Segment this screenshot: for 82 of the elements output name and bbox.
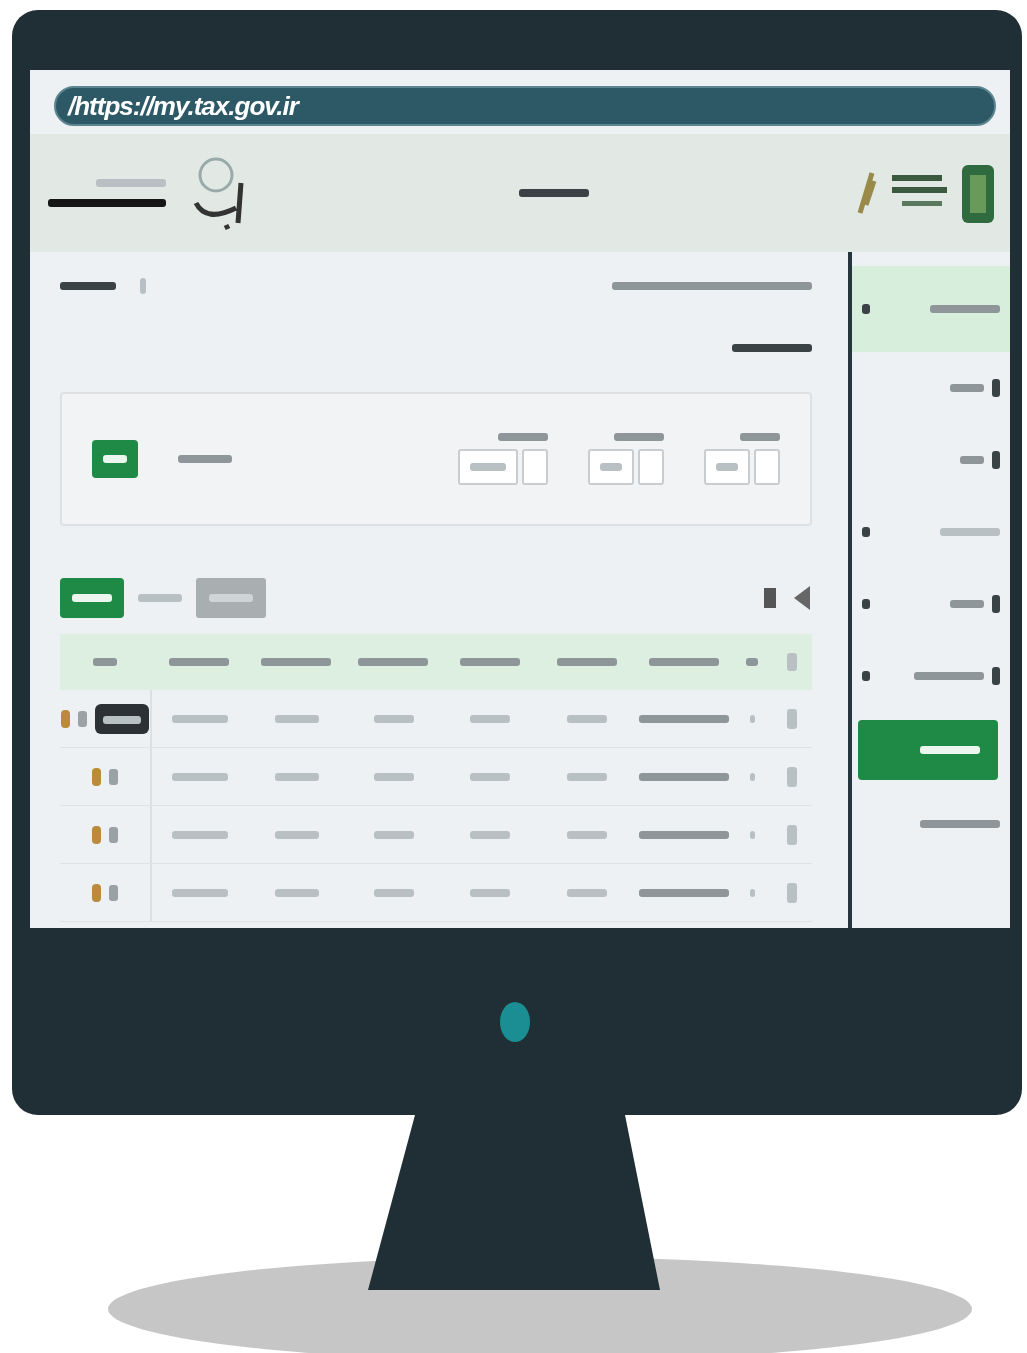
checkbox-icon	[787, 653, 797, 671]
blurred-cell	[373, 830, 414, 839]
menu-item-icon	[992, 451, 1000, 469]
blurred-text	[914, 672, 984, 680]
edit-icon[interactable]	[92, 883, 101, 902]
caret-icon	[862, 599, 870, 609]
view-icon[interactable]	[109, 884, 118, 901]
checkbox-icon	[787, 708, 798, 729]
blurred-text	[930, 305, 1000, 313]
menu-item-icon	[992, 667, 1000, 685]
edit-icon[interactable]	[92, 767, 101, 786]
divider-mark	[140, 278, 146, 294]
checkbox-icon	[787, 882, 798, 903]
edit-icon[interactable]	[61, 709, 70, 728]
caret-icon	[862, 304, 870, 314]
sidebar-item[interactable]	[852, 266, 1010, 352]
checkbox-icon	[787, 766, 798, 787]
dropdown-field[interactable]	[522, 449, 548, 485]
blurred-text	[103, 715, 141, 724]
blurred-cell	[172, 888, 229, 897]
blurred-text	[920, 746, 980, 754]
blurred-text	[96, 179, 166, 187]
dropdown-field[interactable]	[588, 449, 634, 485]
blurred-cell	[172, 830, 229, 839]
power-light-icon	[500, 1001, 530, 1042]
blurred-cell	[172, 714, 229, 723]
sidebar-action-button[interactable]	[858, 720, 998, 780]
blurred-text	[950, 600, 984, 608]
blurred-cell	[470, 830, 511, 839]
blurred-cell	[470, 772, 511, 781]
primary-action-button[interactable]	[60, 578, 124, 618]
blurred-cell	[275, 714, 319, 723]
dropdown-field[interactable]	[638, 449, 664, 485]
view-icon[interactable]	[109, 768, 118, 785]
blurred-header	[93, 658, 117, 666]
blurred-back-link[interactable]	[60, 282, 116, 290]
search-button[interactable]	[92, 440, 138, 478]
edit-icon[interactable]	[92, 825, 101, 844]
dropdown-field[interactable]	[754, 449, 780, 485]
blurred-cell	[275, 888, 319, 897]
blurred-label	[178, 455, 232, 463]
blurred-title	[519, 189, 589, 197]
blurred-label	[614, 433, 664, 441]
blurred-text	[940, 528, 1000, 536]
url-text: /https://my.tax.gov.ir	[68, 90, 298, 122]
blurred-cell	[567, 888, 607, 897]
blurred-label	[498, 433, 548, 441]
blurred-cell	[373, 888, 414, 897]
blurred-cell	[373, 772, 414, 781]
blurred-label	[740, 433, 780, 441]
checkbox-icon	[787, 824, 798, 845]
blurred-cell	[749, 888, 755, 897]
blurred-cell	[470, 714, 511, 723]
blurred-cell	[749, 772, 755, 781]
blurred-header	[648, 658, 719, 666]
view-icon[interactable]	[78, 710, 87, 727]
blurred-header	[168, 658, 229, 666]
blurred-text	[960, 456, 984, 464]
dropdown-field[interactable]	[458, 449, 518, 485]
view-icon[interactable]	[109, 826, 118, 843]
blurred-cell	[275, 772, 319, 781]
blurred-cell	[567, 714, 607, 723]
blurred-cell	[567, 772, 607, 781]
dropdown-field[interactable]	[704, 449, 750, 485]
blurred-cell	[275, 830, 319, 839]
blurred-cell	[172, 772, 229, 781]
blurred-header	[357, 658, 428, 666]
blurred-cell	[749, 830, 755, 839]
blurred-cell	[567, 830, 607, 839]
blurred-text	[950, 384, 984, 392]
blurred-cell	[470, 888, 511, 897]
blurred-header	[260, 658, 331, 666]
address-bar[interactable]: /https://my.tax.gov.ir	[54, 86, 996, 126]
menu-item-icon	[992, 595, 1000, 613]
blurred-header	[746, 658, 758, 666]
blurred-cell	[373, 714, 414, 723]
blurred-cell	[749, 714, 755, 723]
blurred-header	[556, 658, 617, 666]
blurred-header	[459, 658, 520, 666]
menu-item-icon	[992, 379, 1000, 397]
view-toggle-icon[interactable]	[764, 584, 812, 612]
caret-icon	[862, 671, 870, 681]
